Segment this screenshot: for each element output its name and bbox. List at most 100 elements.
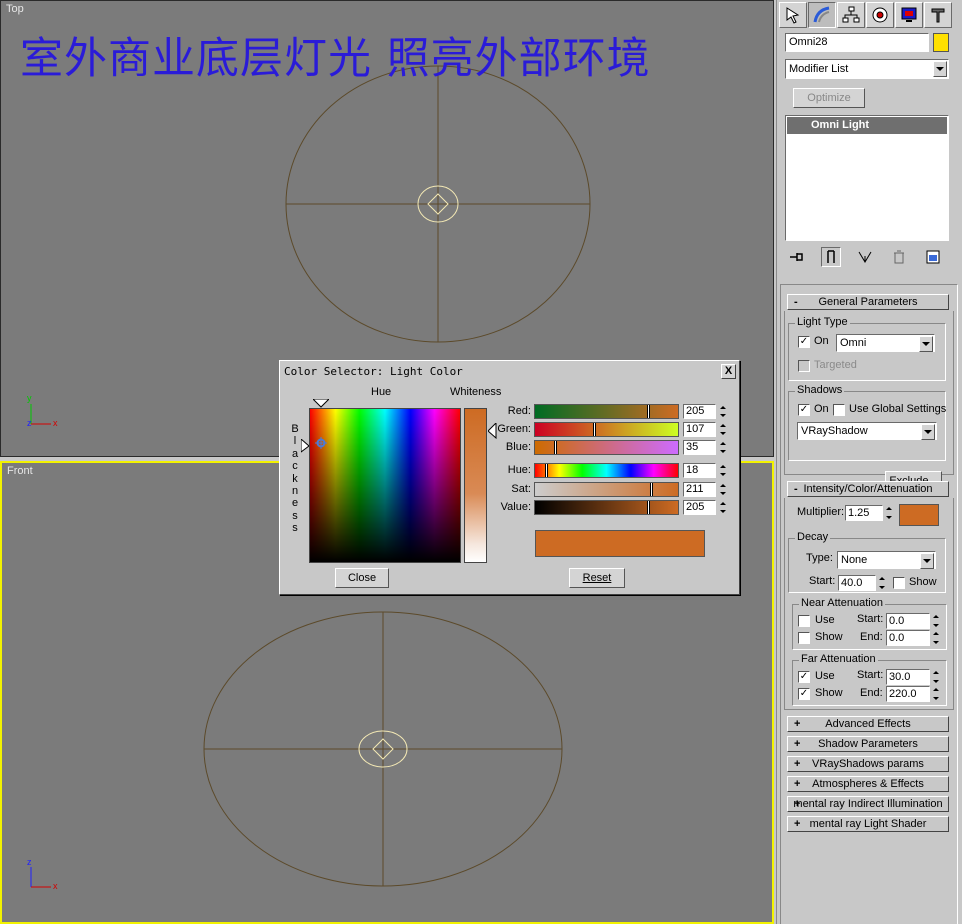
object-color-swatch[interactable] bbox=[933, 33, 949, 52]
spinner-arrows-icon[interactable] bbox=[932, 686, 941, 702]
multiplier-value[interactable]: 1.25 bbox=[845, 505, 883, 521]
spinner-arrows-icon[interactable] bbox=[719, 482, 728, 497]
shadows-on-checkbox[interactable]: ✓ bbox=[798, 404, 810, 416]
make-unique-button[interactable] bbox=[855, 247, 875, 267]
near-use-checkbox[interactable] bbox=[798, 615, 810, 627]
chevron-down-icon[interactable] bbox=[919, 336, 933, 352]
spinner-arrows-icon[interactable] bbox=[719, 440, 728, 455]
pin-stack-button[interactable] bbox=[787, 247, 807, 267]
spinner-arrows-icon[interactable] bbox=[932, 613, 941, 629]
spinner-arrows-icon[interactable] bbox=[719, 404, 728, 419]
channel-slider[interactable] bbox=[534, 463, 679, 478]
modifier-stack[interactable]: Omni Light bbox=[785, 115, 949, 241]
slider-thumb[interactable] bbox=[650, 483, 653, 496]
rollout-collapsed[interactable]: + VRayShadows params bbox=[787, 756, 949, 772]
spinner-arrows-icon[interactable] bbox=[932, 630, 941, 646]
channel-spinner[interactable]: 205 bbox=[683, 500, 727, 515]
modifier-list-dropdown[interactable]: Modifier List bbox=[785, 59, 949, 79]
rollout-general-parameters[interactable]: - General Parameters bbox=[787, 294, 949, 310]
dialog-title[interactable]: Color Selector: Light Color bbox=[282, 363, 737, 381]
far-end-spinner[interactable]: 220.0 bbox=[886, 686, 942, 702]
channel-value[interactable]: 205 bbox=[683, 500, 716, 515]
decay-start-spinner[interactable]: 40.0 bbox=[838, 575, 890, 591]
channel-spinner[interactable]: 18 bbox=[683, 463, 727, 478]
spinner-arrows-icon[interactable] bbox=[878, 575, 887, 591]
light-on-checkbox[interactable]: ✓ bbox=[798, 336, 810, 348]
spinner-arrows-icon[interactable] bbox=[719, 463, 728, 478]
stack-item-omni-light[interactable]: Omni Light bbox=[787, 117, 947, 134]
decay-show-checkbox[interactable] bbox=[893, 577, 905, 589]
light-type-dropdown[interactable]: Omni bbox=[836, 334, 935, 352]
create-tab[interactable] bbox=[779, 2, 807, 28]
near-end-spinner[interactable]: 0.0 bbox=[886, 630, 942, 646]
channel-value[interactable]: 35 bbox=[683, 440, 716, 455]
near-start-spinner[interactable]: 0.0 bbox=[886, 613, 942, 629]
rollout-collapsed[interactable]: + Atmospheres & Effects bbox=[787, 776, 949, 792]
far-start-value[interactable]: 30.0 bbox=[886, 669, 930, 685]
axis-x-label-front: x bbox=[53, 881, 58, 891]
channel-value[interactable]: 18 bbox=[683, 463, 716, 478]
spinner-arrows-icon[interactable] bbox=[719, 422, 728, 437]
configure-modifier-sets-button[interactable] bbox=[923, 247, 943, 267]
spinner-arrows-icon[interactable] bbox=[719, 500, 728, 515]
overlay-title-text: 室外商业底层灯光 照亮外部环境 bbox=[20, 34, 651, 84]
chevron-down-icon[interactable] bbox=[933, 61, 947, 77]
slider-thumb[interactable] bbox=[554, 441, 557, 454]
use-global-settings-checkbox[interactable] bbox=[833, 404, 845, 416]
hue-blackness-picker[interactable] bbox=[309, 408, 461, 563]
modify-tab[interactable] bbox=[808, 2, 836, 28]
optimize-button[interactable]: Optimize bbox=[793, 88, 865, 108]
decay-start-value[interactable]: 40.0 bbox=[838, 575, 876, 591]
decay-type-dropdown[interactable]: None bbox=[837, 551, 936, 569]
channel-spinner[interactable]: 211 bbox=[683, 482, 727, 497]
rollout-collapsed[interactable]: + mental ray Indirect Illumination bbox=[787, 796, 949, 812]
remove-modifier-button[interactable] bbox=[889, 247, 909, 267]
chevron-down-icon[interactable] bbox=[920, 553, 934, 569]
hierarchy-tab[interactable] bbox=[837, 2, 865, 28]
close-button[interactable]: Close bbox=[335, 568, 389, 588]
far-start-spinner[interactable]: 30.0 bbox=[886, 669, 942, 685]
shadow-type-dropdown[interactable]: VRayShadow bbox=[797, 422, 937, 440]
rollout-collapsed[interactable]: + Advanced Effects bbox=[787, 716, 949, 732]
motion-tab[interactable] bbox=[866, 2, 894, 28]
object-name-field[interactable]: Omni28 bbox=[785, 33, 929, 52]
far-end-value[interactable]: 220.0 bbox=[886, 686, 930, 702]
reset-button[interactable]: Reset bbox=[569, 568, 625, 588]
near-end-value[interactable]: 0.0 bbox=[886, 630, 930, 646]
utilities-tab[interactable] bbox=[924, 2, 952, 28]
channel-value[interactable]: 211 bbox=[683, 482, 716, 497]
hue-pointer-icon[interactable] bbox=[313, 399, 329, 408]
rollout-collapsed[interactable]: + mental ray Light Shader bbox=[787, 816, 949, 832]
far-show-checkbox[interactable]: ✓ bbox=[798, 688, 810, 700]
channel-spinner[interactable]: 205 bbox=[683, 404, 727, 419]
channel-slider[interactable] bbox=[534, 440, 679, 455]
shadows-on-label: On bbox=[814, 403, 829, 415]
display-tab[interactable] bbox=[895, 2, 923, 28]
rollout-intensity-color-attenuation[interactable]: - Intensity/Color/Attenuation bbox=[787, 481, 949, 497]
multiplier-spinner[interactable]: 1.25 bbox=[845, 505, 895, 521]
channel-slider[interactable] bbox=[534, 500, 679, 515]
slider-thumb[interactable] bbox=[647, 405, 650, 418]
near-show-checkbox[interactable] bbox=[798, 632, 810, 644]
rollout-collapsed[interactable]: + Shadow Parameters bbox=[787, 736, 949, 752]
spinner-arrows-icon[interactable] bbox=[932, 669, 941, 685]
channel-slider[interactable] bbox=[534, 404, 679, 419]
slider-thumb[interactable] bbox=[647, 501, 650, 514]
channel-spinner[interactable]: 107 bbox=[683, 422, 727, 437]
channel-spinner[interactable]: 35 bbox=[683, 440, 727, 455]
channel-slider[interactable] bbox=[534, 482, 679, 497]
spinner-arrows-icon[interactable] bbox=[885, 505, 894, 521]
channel-value[interactable]: 205 bbox=[683, 404, 716, 419]
slider-thumb[interactable] bbox=[545, 464, 548, 477]
channel-slider[interactable] bbox=[534, 422, 679, 437]
chevron-down-icon[interactable] bbox=[921, 424, 935, 440]
channel-value[interactable]: 107 bbox=[683, 422, 716, 437]
close-icon[interactable]: X bbox=[721, 364, 736, 379]
near-attenuation-group: Near Attenuation Use Start: 0.0 Show End… bbox=[792, 597, 947, 650]
show-end-result-button[interactable] bbox=[821, 247, 841, 267]
decay-type-label: Type: bbox=[806, 552, 833, 564]
near-start-value[interactable]: 0.0 bbox=[886, 613, 930, 629]
far-use-checkbox[interactable]: ✓ bbox=[798, 671, 810, 683]
slider-thumb[interactable] bbox=[593, 423, 596, 436]
light-color-swatch[interactable] bbox=[899, 504, 939, 526]
